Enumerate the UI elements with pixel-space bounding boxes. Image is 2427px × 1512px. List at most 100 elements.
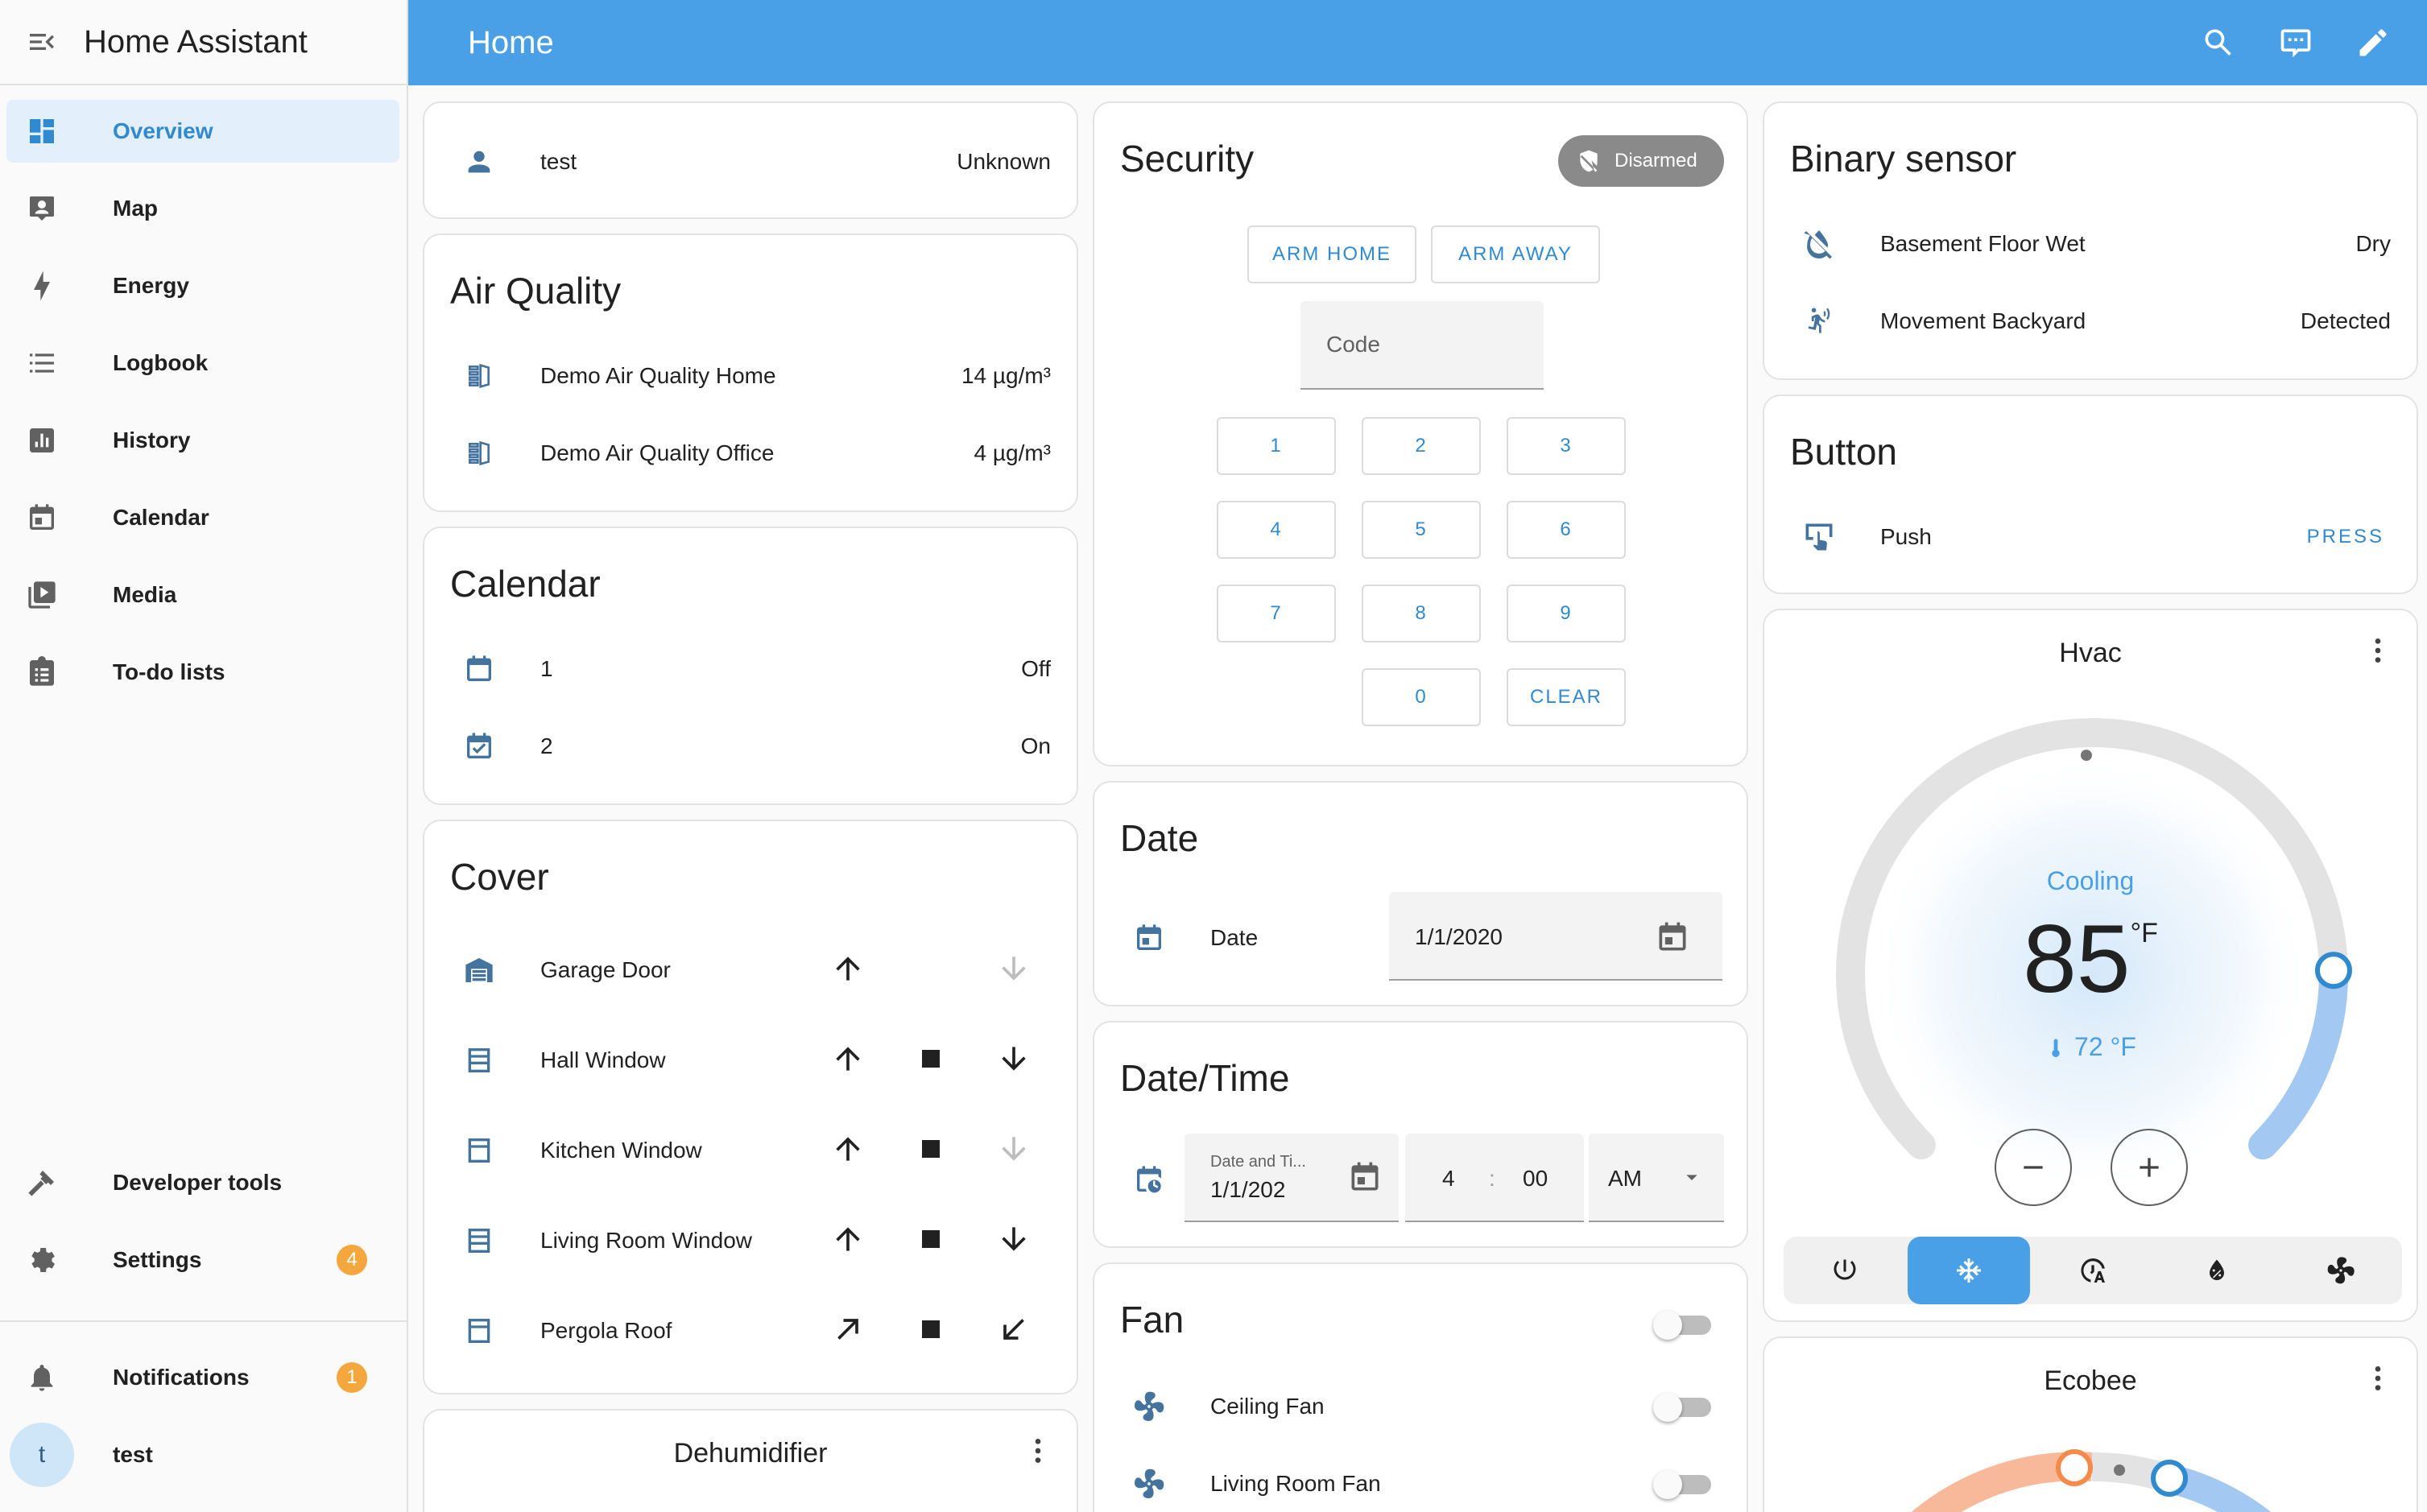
stop-cover-button[interactable] xyxy=(913,1041,949,1080)
entity-row[interactable]: Demo Air Quality Office 4 µg/m³ xyxy=(424,425,1077,481)
current-temperature-value: 72 °F xyxy=(2074,1032,2136,1061)
mode-fan-only-button[interactable] xyxy=(2280,1237,2402,1304)
entity-row[interactable]: 2 On xyxy=(424,718,1077,775)
datetime-date-input[interactable]: Date and Ti... 1/1/202 xyxy=(1185,1134,1399,1222)
open-cover-button[interactable] xyxy=(830,951,866,990)
search-button[interactable] xyxy=(2198,22,2239,64)
sidebar-item-label: Media xyxy=(113,582,177,607)
time-separator: : xyxy=(1489,1166,1495,1191)
close-cover-button[interactable] xyxy=(996,1041,1032,1080)
close-cover-button[interactable] xyxy=(996,1221,1032,1261)
entity-row[interactable]: Ceiling Fan xyxy=(1094,1378,1747,1435)
keypad-key-2[interactable]: 2 xyxy=(1362,417,1481,475)
alarm-code-input[interactable]: Code xyxy=(1300,301,1544,390)
sidebar-item-calendar[interactable]: Calendar xyxy=(6,486,399,549)
sidebar-item-media[interactable]: Media xyxy=(6,564,399,626)
calendar-clock-icon xyxy=(1130,1160,1168,1199)
more-info-button[interactable] xyxy=(2362,634,2394,671)
datetime-time-input[interactable]: 4 : 00 xyxy=(1405,1134,1584,1222)
entity-state: 14 µg/m³ xyxy=(961,363,1051,388)
sidebar-item-history[interactable]: History xyxy=(6,409,399,472)
air-quality-card: Air Quality Demo Air Quality Home 14 µg/… xyxy=(423,233,1078,512)
stop-cover-button[interactable] xyxy=(913,1221,949,1261)
keypad-clear-button[interactable]: CLEAR xyxy=(1507,668,1626,726)
dehumidifier-card[interactable]: Dehumidifier xyxy=(423,1409,1078,1512)
close-cover-button[interactable] xyxy=(996,951,1032,990)
hvac-mode-bar xyxy=(1784,1237,2402,1304)
fan-icon xyxy=(2327,1257,2355,1284)
entity-row[interactable]: Movement Backyard Detected xyxy=(1764,293,2417,349)
fan-toggle[interactable] xyxy=(1653,1393,1713,1422)
mode-auto-button[interactable] xyxy=(2032,1237,2154,1304)
datetime-hour[interactable]: 4 xyxy=(1442,1166,1455,1192)
date-input[interactable]: 1/1/2020 xyxy=(1389,892,1722,981)
stop-tilt-button[interactable] xyxy=(913,1312,949,1351)
keypad-key-1[interactable]: 1 xyxy=(1217,417,1336,475)
current-temperature-marker xyxy=(2080,750,2092,762)
arm-away-button[interactable]: ARM AWAY xyxy=(1431,225,1600,283)
entity-row[interactable]: Basement Floor Wet Dry xyxy=(1764,216,2417,272)
thermostat-auto-icon xyxy=(2081,1258,2105,1283)
keypad-key-5[interactable]: 5 xyxy=(1362,501,1481,559)
sidebar-item-settings[interactable]: Settings 4 xyxy=(6,1229,399,1291)
press-button[interactable]: PRESS xyxy=(2307,526,2384,548)
arrow-down-icon xyxy=(1002,1136,1026,1161)
sidebar-item-overview[interactable]: Overview xyxy=(6,100,399,163)
fan-group-toggle[interactable] xyxy=(1653,1311,1713,1340)
fan-toggle[interactable] xyxy=(1653,1470,1713,1499)
increase-temperature-button[interactable] xyxy=(2111,1129,2188,1206)
sidebar-item-profile[interactable]: t test xyxy=(6,1423,399,1487)
arm-home-button[interactable]: ARM HOME xyxy=(1247,225,1416,283)
keypad-key-4[interactable]: 4 xyxy=(1217,501,1336,559)
sidebar-item-developer-tools[interactable]: Developer tools xyxy=(6,1151,399,1214)
ecobee-dial[interactable] xyxy=(1826,1440,2358,1512)
stop-cover-button[interactable] xyxy=(913,1131,949,1171)
datetime-minute[interactable]: 00 xyxy=(1523,1166,1548,1192)
mode-dry-button[interactable] xyxy=(2156,1237,2278,1304)
open-cover-button[interactable] xyxy=(830,1131,866,1171)
ampm-select[interactable]: AM xyxy=(1589,1134,1724,1222)
water-percent-icon xyxy=(2210,1259,2224,1280)
menu-open-icon xyxy=(30,34,54,50)
dots-vertical-icon xyxy=(2375,1366,2381,1390)
more-info-button[interactable] xyxy=(1022,1435,1054,1471)
person-card[interactable]: test Unknown xyxy=(423,101,1078,219)
sidebar-item-map[interactable]: Map xyxy=(6,177,399,240)
entity-row[interactable]: 1 Off xyxy=(424,641,1077,697)
sidebar-item-label: Developer tools xyxy=(113,1170,283,1195)
sidebar-item-todo-lists[interactable]: To-do lists xyxy=(6,641,399,704)
close-cover-button[interactable] xyxy=(996,1131,1032,1171)
card-title: Date xyxy=(1120,817,1199,859)
decrease-temperature-button[interactable] xyxy=(1995,1129,2072,1206)
menu-toggle-button[interactable] xyxy=(0,26,84,58)
entity-state: Dry xyxy=(2355,231,2391,256)
window-shutter-open-icon xyxy=(460,1131,498,1170)
assist-button[interactable] xyxy=(2275,22,2317,64)
more-info-button[interactable] xyxy=(2362,1362,2394,1398)
keypad-key-3[interactable]: 3 xyxy=(1507,417,1626,475)
entity-row[interactable]: Demo Air Quality Home 14 µg/m³ xyxy=(424,348,1077,404)
search-icon xyxy=(2205,29,2231,56)
keypad-key-7[interactable]: 7 xyxy=(1217,585,1336,642)
open-cover-button[interactable] xyxy=(830,1041,866,1080)
keypad-key-6[interactable]: 6 xyxy=(1507,501,1626,559)
entity-name: Garage Door xyxy=(540,957,671,982)
entity-row[interactable]: Push PRESS xyxy=(1764,509,2417,565)
sidebar-item-logbook[interactable]: Logbook xyxy=(6,332,399,395)
keypad-key-9[interactable]: 9 xyxy=(1507,585,1626,642)
keypad-key-8[interactable]: 8 xyxy=(1362,585,1481,642)
open-tilt-button[interactable] xyxy=(830,1312,866,1351)
edit-dashboard-button[interactable] xyxy=(2352,22,2394,64)
card-title: Fan xyxy=(1120,1299,1185,1341)
keypad-key-0[interactable]: 0 xyxy=(1362,668,1481,726)
close-tilt-button[interactable] xyxy=(996,1312,1032,1351)
app-title: Home Assistant xyxy=(84,23,308,60)
open-cover-button[interactable] xyxy=(830,1221,866,1261)
entity-name: Pergola Roof xyxy=(540,1318,672,1343)
mode-off-button[interactable] xyxy=(1784,1237,1906,1304)
entity-row[interactable]: Living Room Fan xyxy=(1094,1456,1747,1512)
sidebar-item-energy[interactable]: Energy xyxy=(6,254,399,317)
sidebar-item-notifications[interactable]: Notifications 1 xyxy=(6,1346,399,1409)
mode-cool-button[interactable] xyxy=(1908,1237,2030,1304)
calendar-blank-icon xyxy=(460,650,498,688)
